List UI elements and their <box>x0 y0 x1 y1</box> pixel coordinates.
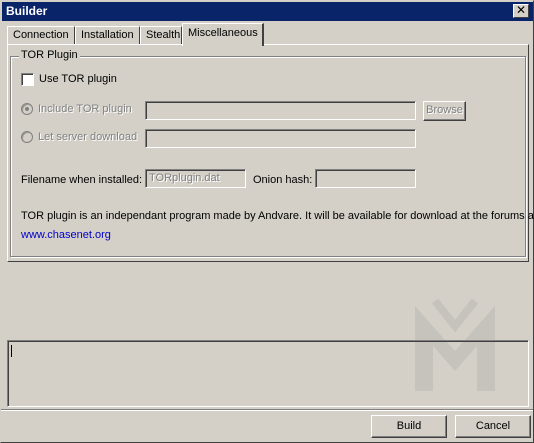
server-download-label[interactable]: Let server download <box>38 131 137 143</box>
tor-plugin-group: TOR Plugin Use TOR plugin Include TOR pl… <box>10 49 534 257</box>
include-tor-radio[interactable] <box>21 103 33 115</box>
tab-installation[interactable]: Installation <box>75 26 140 45</box>
miscellaneous-panel: TOR Plugin Use TOR plugin Include TOR pl… <box>7 44 534 262</box>
onion-hash-field[interactable] <box>315 169 416 188</box>
radio-selected-dot <box>25 107 29 111</box>
filename-field[interactable]: TORplugin.dat <box>145 169 246 188</box>
include-tor-label[interactable]: Include TOR plugin <box>38 103 132 115</box>
build-button[interactable]: Build <box>371 415 447 438</box>
tor-plugin-group-title: TOR Plugin <box>19 49 80 61</box>
tor-info-text: TOR plugin is an independant program mad… <box>21 210 534 222</box>
cancel-button[interactable]: Cancel <box>455 415 531 438</box>
forum-link[interactable]: www.chasenet.org <box>21 229 111 241</box>
window-title: Builder <box>6 4 48 18</box>
tab-miscellaneous[interactable]: Miscellaneous <box>182 23 264 46</box>
title-bar[interactable]: Builder ✕ <box>2 2 533 21</box>
builder-window: Builder ✕ Connection Installation Stealt… <box>0 0 534 443</box>
tab-connection[interactable]: Connection <box>7 26 75 45</box>
browse-button[interactable]: Browse <box>423 101 466 121</box>
footer-divider <box>1 409 533 411</box>
server-download-field[interactable] <box>145 129 416 148</box>
log-output-area[interactable] <box>7 340 529 407</box>
onion-hash-label: Onion hash: <box>253 174 313 186</box>
filename-label: Filename when installed: <box>21 174 143 186</box>
use-tor-checkbox[interactable] <box>21 73 34 86</box>
tab-stealth[interactable]: Stealth <box>140 26 182 45</box>
text-caret <box>11 345 12 357</box>
use-tor-label[interactable]: Use TOR plugin <box>39 73 117 85</box>
close-icon: ✕ <box>515 3 527 17</box>
close-button[interactable]: ✕ <box>513 4 529 18</box>
include-tor-path-field[interactable] <box>145 101 416 120</box>
server-download-radio[interactable] <box>21 131 33 143</box>
